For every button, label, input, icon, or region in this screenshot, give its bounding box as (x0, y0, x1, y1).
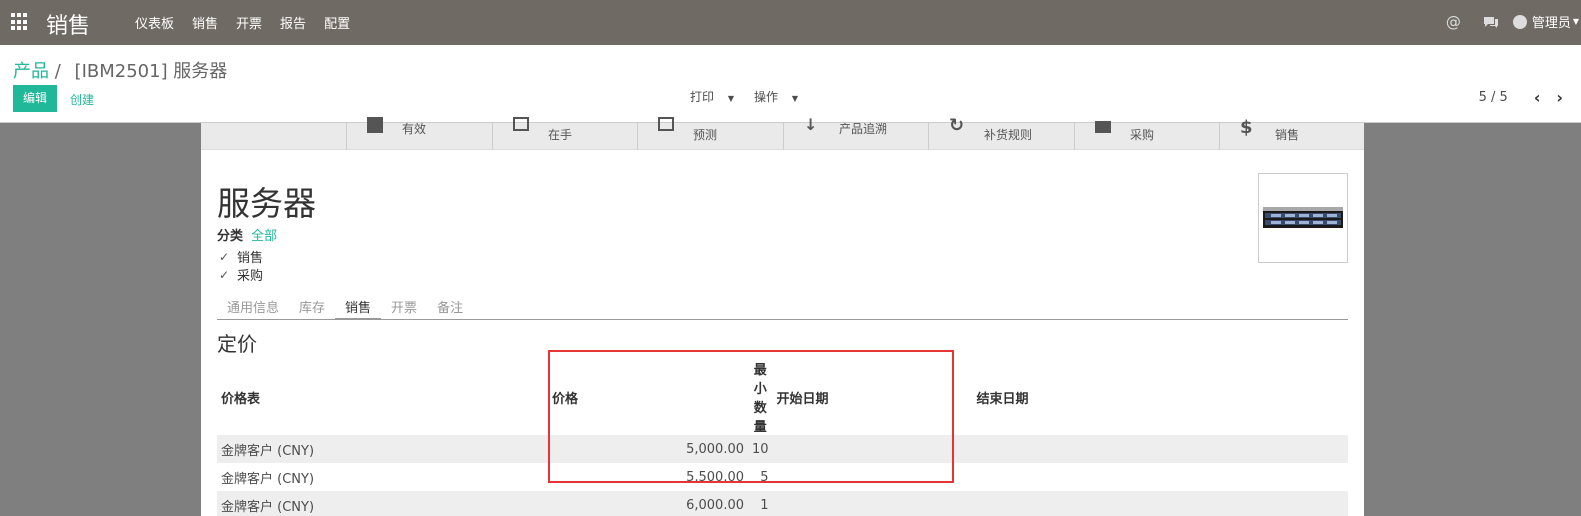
column-header-date-end[interactable]: 结束日期 (973, 359, 1348, 435)
user-name: 管理员 (1531, 16, 1571, 31)
sale-ok-label: 销售 (237, 251, 264, 266)
category-label: 分类 (217, 229, 244, 244)
dollar-icon: $ (1240, 117, 1253, 138)
tab-notes[interactable]: 备注 (427, 291, 473, 320)
building-icon (513, 117, 529, 131)
cell-date-end (973, 463, 1348, 491)
print-dropdown[interactable]: 打印 ▼ (690, 88, 744, 105)
smart-button-purchase[interactable]: 采购 (1074, 121, 1219, 150)
chevron-down-icon: ▼ (1572, 17, 1579, 26)
control-panel: 产品 / [IBM2501] 服务器 编辑 创建 打印 ▼ 操作 ▼ 5 / 5… (0, 45, 1581, 123)
tab-general-info[interactable]: 通用信息 (217, 291, 289, 320)
smart-button-forecast[interactable]: 预测 (637, 117, 783, 150)
refresh-icon: ↻ (949, 115, 965, 136)
notebook-tabs: 通用信息 库存 销售 开票 备注 (217, 291, 1348, 320)
sidebar-actions: 打印 ▼ 操作 ▼ (690, 88, 818, 105)
table-row[interactable]: 金牌客户 (CNY) 5,500.00 5 (217, 463, 1348, 491)
cell-min-qty: 5 (760, 469, 769, 485)
product-name[interactable]: 服务器 (217, 177, 316, 225)
breadcrumb: 产品 / [IBM2501] 服务器 (13, 57, 227, 83)
user-menu[interactable]: 管理员 ▼ (1512, 12, 1579, 31)
cell-date-end (972, 435, 1348, 463)
cell-date-end (972, 491, 1348, 516)
smart-button-active[interactable]: 有效 (346, 117, 492, 150)
smart-button-sales[interactable]: $ 销售 (1219, 117, 1364, 150)
app-title: 销售 (46, 14, 91, 39)
smart-button-onhand[interactable]: 在手 (492, 117, 637, 150)
column-header-min-qty[interactable]: 最小数量 (748, 359, 773, 435)
main-menu: 仪表板 销售 开票 报告 配置 (135, 13, 368, 32)
cell-min-qty: 1 (748, 491, 773, 516)
create-button[interactable]: 创建 (70, 91, 94, 108)
pricelist-table: 价格表 价格 最小数量 开始日期 结束日期 金牌客户 (CNY) 5,000.0… (217, 359, 1348, 516)
menu-item-sales[interactable]: 销售 (192, 13, 218, 32)
cell-price: 5,500.00 (686, 469, 744, 485)
pager-value[interactable]: 5 / 5 (1479, 90, 1508, 105)
table-row[interactable]: 金牌客户 (CNY) 6,000.00 1 (217, 491, 1348, 516)
cell-date-start (773, 463, 973, 491)
cell-pricelist: 金牌客户 (CNY) (217, 435, 548, 463)
purchase-ok-label: 采购 (237, 269, 264, 284)
breadcrumb-separator: / (54, 61, 61, 82)
cell-date-start (772, 491, 973, 516)
purchase-ok-checkbox[interactable]: ✓ (217, 268, 231, 282)
table-row[interactable]: 金牌客户 (CNY) 5,000.00 10 (217, 435, 1348, 463)
pricing-section-title: 定价 (217, 332, 257, 356)
tab-sales[interactable]: 销售 (335, 291, 382, 320)
pager-next-icon[interactable]: › (1556, 88, 1563, 107)
menu-item-configuration[interactable]: 配置 (324, 13, 350, 32)
sale-ok-checkbox[interactable]: ✓ (217, 250, 231, 264)
caret-down-icon: ▼ (791, 94, 798, 103)
column-header-date-start[interactable]: 开始日期 (773, 359, 973, 435)
apps-grid-icon[interactable] (11, 13, 29, 31)
cell-pricelist: 金牌客户 (CNY) (217, 491, 548, 516)
cell-price: 5,000.00 (548, 435, 748, 463)
cell-pricelist: 金牌客户 (CNY) (221, 471, 315, 487)
cell-price: 6,000.00 (548, 491, 748, 516)
top-navbar: 销售 仪表板 销售 开票 报告 配置 @ 管理员 ▼ (0, 0, 1581, 45)
column-header-pricelist[interactable]: 价格表 (217, 359, 548, 435)
menu-item-invoicing[interactable]: 开票 (236, 13, 262, 32)
server-image-icon (1263, 207, 1343, 228)
arrow-down-icon: ↓ (804, 115, 818, 134)
category-link[interactable]: 全部 (251, 229, 277, 244)
archive-icon (367, 117, 383, 133)
purchase-ok-field: ✓ 采购 (217, 265, 264, 285)
cart-icon (1095, 121, 1111, 133)
breadcrumb-products-link[interactable]: 产品 (13, 61, 49, 82)
avatar (1512, 14, 1527, 29)
breadcrumb-current: [IBM2501] 服务器 (74, 61, 228, 82)
smart-button-box: 有效 在手 预测 ↓ 产品追溯 ↻ 补货规则 采购 $ 销售 (201, 115, 1364, 150)
building-icon (658, 117, 674, 131)
smart-button-reordering[interactable]: ↻ 补货规则 (928, 115, 1074, 150)
cell-date-start (772, 435, 973, 463)
tab-inventory[interactable]: 库存 (289, 291, 335, 320)
category-field: 分类 全部 (217, 225, 277, 244)
smart-button-traceability[interactable]: ↓ 产品追溯 (783, 115, 928, 150)
edit-button[interactable]: 编辑 (13, 85, 57, 112)
chat-icon[interactable] (1483, 16, 1499, 28)
navbar-systray: @ 管理员 ▼ (1446, 12, 1581, 32)
cell-min-qty: 10 (748, 435, 773, 463)
caret-down-icon: ▼ (727, 94, 734, 103)
mention-icon[interactable]: @ (1446, 13, 1461, 31)
column-header-price[interactable]: 价格 (548, 359, 748, 435)
sale-ok-field: ✓ 销售 (217, 247, 264, 267)
action-dropdown[interactable]: 操作 ▼ (754, 88, 808, 105)
form-sheet: 有效 在手 预测 ↓ 产品追溯 ↻ 补货规则 采购 $ 销售 服务器 分类 全部 (201, 115, 1364, 516)
pager: 5 / 5 ‹ › (1479, 88, 1563, 107)
pager-previous-icon[interactable]: ‹ (1534, 88, 1541, 107)
product-image[interactable] (1258, 173, 1348, 263)
menu-item-reporting[interactable]: 报告 (280, 13, 306, 32)
menu-item-dashboard[interactable]: 仪表板 (135, 13, 174, 32)
tab-invoicing[interactable]: 开票 (381, 291, 427, 320)
